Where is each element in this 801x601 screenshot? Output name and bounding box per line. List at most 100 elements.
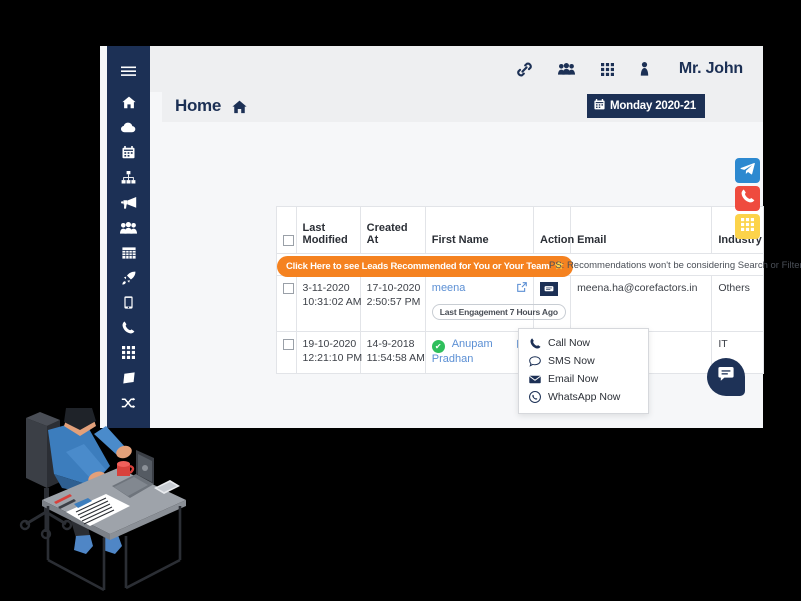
cell-created-at: 14-9-2018 11:54:58 AM [360, 331, 426, 374]
engagement-tag: Last Engagement 7 Hours Ago [431, 303, 566, 320]
call-button[interactable] [735, 186, 760, 211]
created-date: 14-9-2018 [366, 337, 415, 350]
sidebar-item-apps[interactable] [107, 340, 150, 365]
sidebar-item-teams[interactable] [107, 215, 150, 240]
whatsapp-icon [529, 391, 541, 403]
menu-item-label: WhatsApp Now [548, 391, 621, 403]
desk-worker-illustration [14, 408, 204, 596]
sidebar-item-launch[interactable] [107, 265, 150, 290]
table-header-row: Last Modified Created At First Name Acti… [277, 207, 763, 254]
person-icon[interactable] [640, 62, 649, 76]
column-header-email[interactable]: Email [570, 207, 713, 254]
cell-created-at: 17-10-2020 2:50:57 PM [360, 275, 426, 332]
phone-icon [529, 337, 541, 349]
top-bar: Mr. John [150, 46, 763, 92]
page-title: Home [175, 96, 222, 115]
action-dropdown-menu[interactable]: Call Now SMS Now Email Now WhatsApp Now [518, 328, 649, 414]
link-icon[interactable] [517, 62, 532, 77]
recommendation-label: Click Here to see Leads Recommended for … [286, 260, 550, 272]
user-name[interactable]: Mr. John [679, 60, 743, 78]
table-row[interactable]: 3-11-2020 10:31:02 AM 17-10-2020 2:50:57… [277, 275, 763, 332]
industry-value: IT [718, 337, 728, 350]
select-all-header [277, 207, 297, 254]
sidebar-item-home[interactable] [107, 90, 150, 115]
sidebar-item-cloud[interactable] [107, 115, 150, 140]
menu-item-call-now[interactable]: Call Now [519, 334, 648, 352]
last-modified-date: 19-10-2020 [302, 337, 357, 350]
industry-value: Others [718, 281, 750, 294]
telegram-button[interactable] [735, 158, 760, 183]
cell-first-name: meena Last Engagement 7 Hours Ago [425, 275, 566, 332]
column-header-last-modified[interactable]: Last Modified [296, 207, 361, 254]
menu-item-email-now[interactable]: Email Now [519, 370, 648, 388]
menu-item-label: Call Now [548, 337, 591, 349]
sidebar-item-calls[interactable] [107, 315, 150, 340]
last-modified-time: 12:21:10 PM [302, 351, 363, 364]
lead-name-link[interactable]: meena [432, 282, 466, 294]
email-icon [529, 375, 541, 384]
recommendation-note: PS: Recommendations won't be considering… [549, 259, 801, 271]
sidebar-item-mobile[interactable] [107, 290, 150, 315]
created-time: 2:50:57 PM [366, 295, 421, 308]
sidebar-item-table[interactable] [107, 240, 150, 265]
illustration-svg [19, 408, 186, 592]
sidebar [107, 46, 150, 428]
menu-item-sms-now[interactable]: SMS Now [519, 352, 648, 370]
open-external-icon[interactable] [517, 281, 527, 295]
grid-apps-icon [122, 346, 135, 359]
select-all-checkbox[interactable] [283, 234, 294, 246]
table-icon [121, 246, 136, 259]
content-area: Last Modified Created At First Name Acti… [150, 122, 801, 428]
megaphone-icon [120, 196, 137, 209]
app-window: Mr. John Home Monday 2020-21 Last Modifi… [100, 46, 801, 428]
calendar-icon [122, 146, 135, 159]
action-menu-button[interactable] [540, 281, 558, 296]
cell-industry: Others [711, 275, 763, 332]
telegram-icon [740, 162, 755, 180]
column-header-created-at[interactable]: Created At [360, 207, 426, 254]
row-checkbox-cell [277, 331, 297, 374]
sitemap-icon [121, 171, 136, 184]
rocket-icon [121, 271, 136, 285]
verified-badge-icon: ✔ [431, 339, 445, 353]
menu-toggle[interactable] [107, 59, 150, 84]
mobile-icon [124, 296, 133, 309]
cell-email: meena.ha@corefactors.in [570, 275, 713, 332]
sidebar-item-tags[interactable] [107, 365, 150, 390]
phone-icon [122, 321, 135, 334]
tag-icon [122, 371, 136, 384]
column-header-action[interactable]: Action [533, 207, 574, 254]
page-header-strip: Home Monday 2020-21 [162, 92, 763, 122]
sms-icon [529, 355, 541, 367]
row-checkbox-cell [277, 275, 297, 332]
shuffle-icon [121, 397, 136, 409]
created-time: 11:54:58 AM [366, 351, 425, 364]
menu-item-whatsapp-now[interactable]: WhatsApp Now [519, 388, 648, 406]
keypad-button[interactable] [735, 214, 760, 239]
keypad-icon [741, 217, 754, 236]
hamburger-icon [121, 66, 136, 77]
sidebar-item-calendar[interactable] [107, 140, 150, 165]
chat-widget-button[interactable] [707, 358, 745, 396]
sidebar-item-campaigns[interactable] [107, 190, 150, 215]
email-value: meena.ha@corefactors.in [577, 281, 698, 294]
sidebar-item-sitemap[interactable] [107, 165, 150, 190]
users-icon[interactable] [557, 63, 575, 75]
cell-last-modified: 3-11-2020 10:31:02 AM [296, 275, 362, 332]
phone-icon [741, 189, 755, 208]
floating-action-stack [735, 158, 760, 242]
menu-item-label: SMS Now [548, 355, 595, 367]
column-header-first-name[interactable]: First Name [425, 207, 535, 254]
recommendation-button[interactable]: Click Here to see Leads Recommended for … [277, 255, 573, 277]
cloud-icon [120, 122, 137, 133]
recommendation-row: Click Here to see Leads Recommended for … [277, 253, 801, 277]
grid-icon[interactable] [600, 62, 614, 76]
date-badge[interactable]: Monday 2020-21 [586, 94, 705, 118]
created-date: 17-10-2020 [366, 281, 421, 294]
row-checkbox[interactable] [283, 282, 294, 294]
home-icon [232, 100, 247, 119]
calendar-icon [594, 99, 605, 113]
row-checkbox[interactable] [283, 338, 294, 350]
cell-last-modified: 19-10-2020 12:21:10 PM [296, 331, 363, 374]
home-icon [121, 96, 136, 109]
